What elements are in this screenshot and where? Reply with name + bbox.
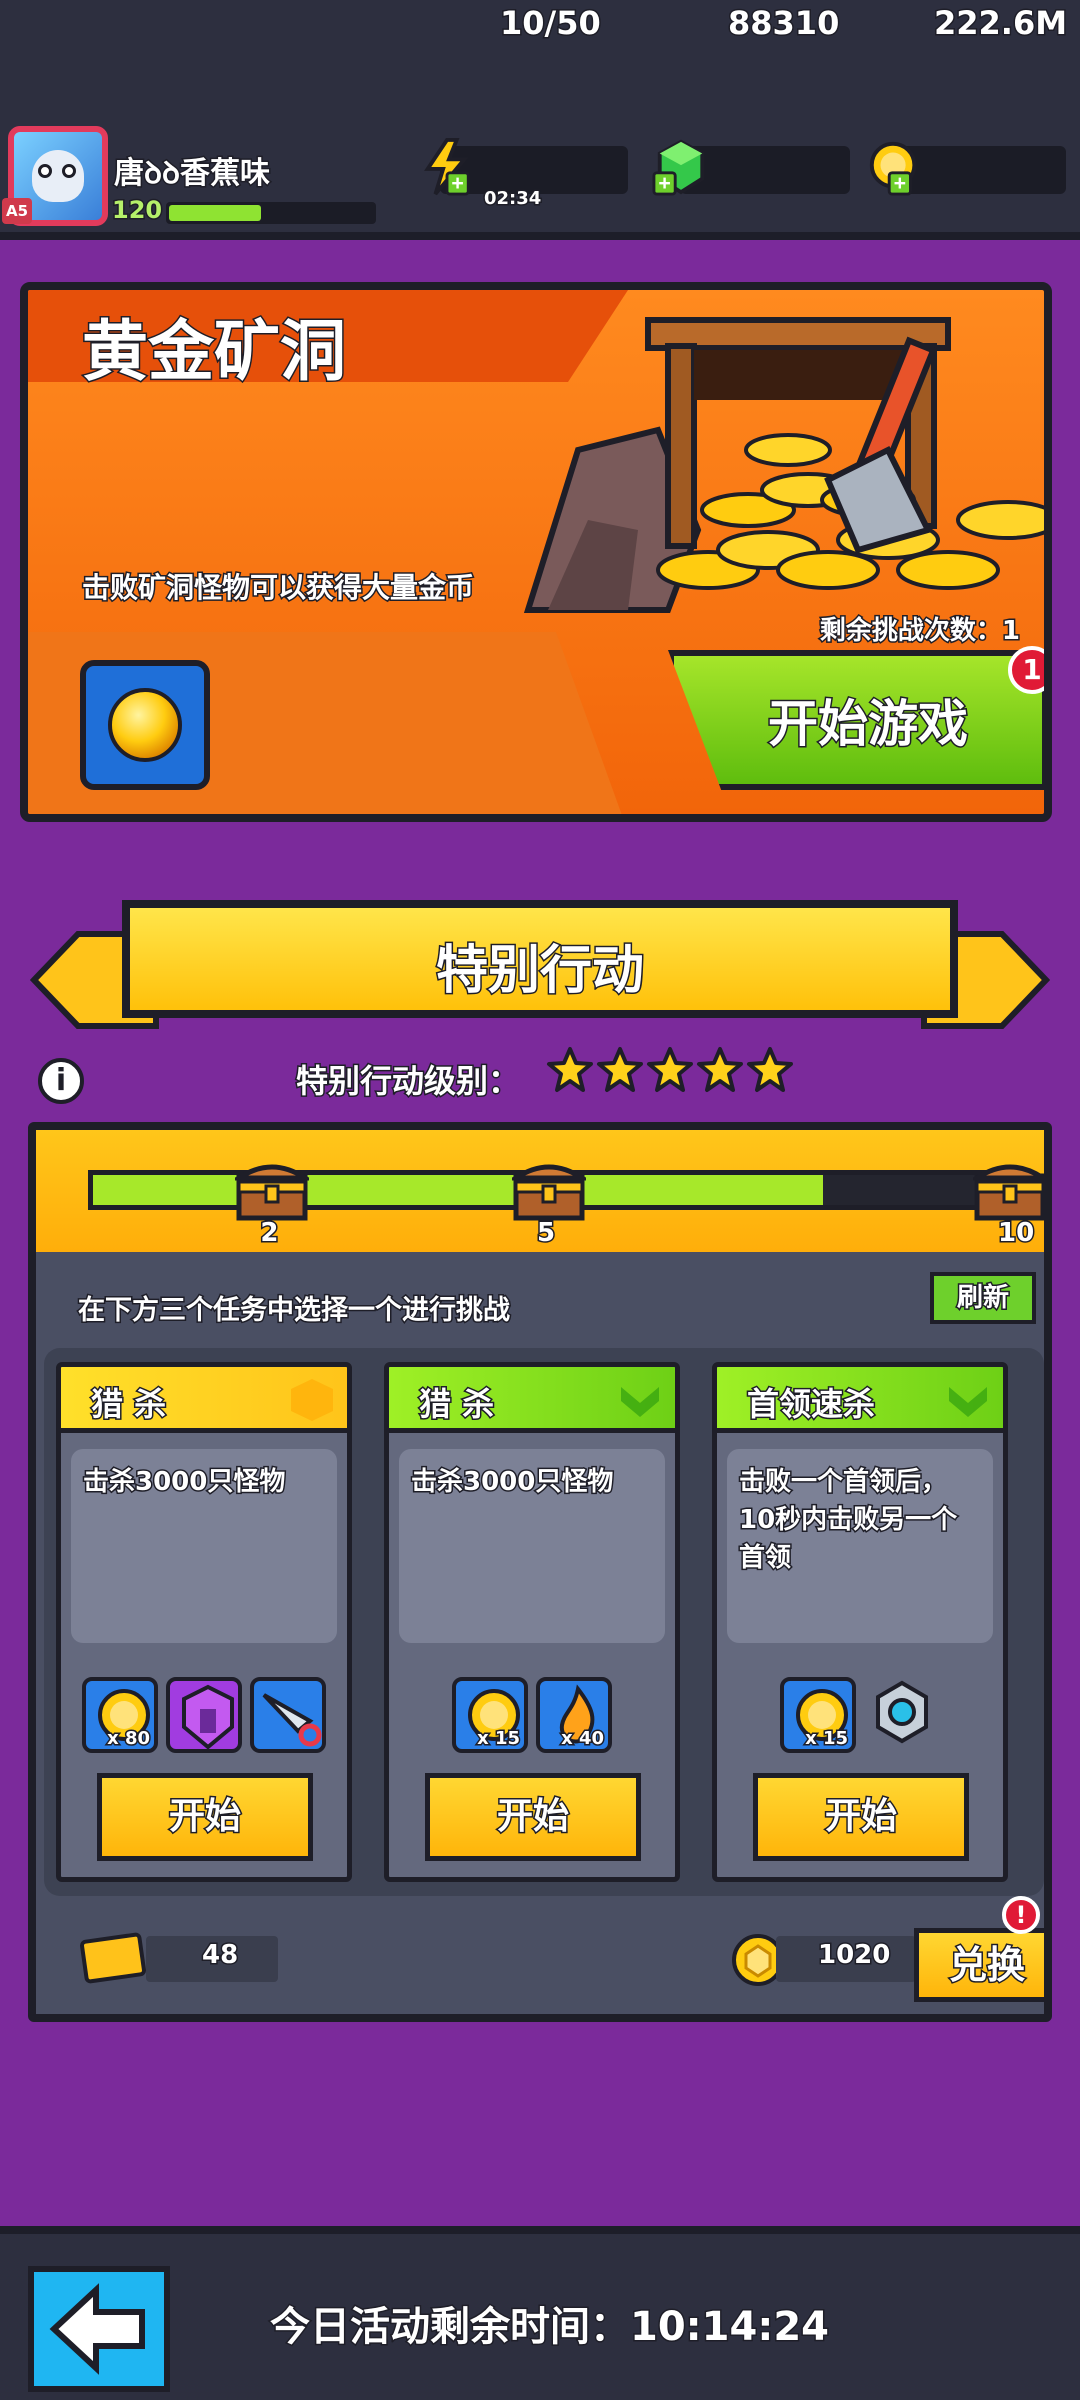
gold-coin-icon: + — [869, 141, 917, 196]
info-icon[interactable]: i — [38, 1058, 84, 1104]
mission-card: 猎 杀击杀3000只怪物 x 15 x 40 开始 — [384, 1362, 680, 1882]
bottom-bar: 今日活动剩余时间：10:14:24 — [0, 2226, 1080, 2400]
gold-mine-description: 击败矿洞怪物可以获得大量金币 — [80, 570, 475, 606]
back-arrow-icon — [49, 2283, 145, 2375]
reward-count: x 15 — [476, 1727, 522, 1750]
exchange-button[interactable]: 兑换 — [914, 1928, 1044, 2002]
mission-start-button[interactable]: 开始 — [753, 1773, 969, 1861]
gold-mine-remaining: 剩余挑战次数：1 — [818, 615, 1021, 648]
reward-slot[interactable] — [864, 1677, 940, 1753]
gold-value: 222.6M — [932, 3, 1068, 44]
mission-card-body: 击败一个首领后，10秒内击败另一个首领 — [727, 1449, 993, 1643]
mission-description: 击杀3000只怪物 — [410, 1466, 615, 1499]
chest-icon[interactable] — [973, 1156, 1047, 1222]
special-action-title: 特别行动 — [434, 940, 645, 1003]
energy-timer: 02:34 — [482, 187, 542, 211]
progress-area: 2 5 10 — [36, 1130, 1044, 1252]
shield-upgrade-icon — [182, 1684, 234, 1749]
mission-type: 首领速杀 — [745, 1384, 876, 1425]
chevron-rank-icon — [949, 1387, 987, 1417]
chest-icon[interactable] — [235, 1156, 310, 1222]
avatar-badge: A5 — [2, 198, 32, 224]
mission-card-body: 击杀3000只怪物 — [71, 1449, 337, 1643]
back-button[interactable] — [28, 2266, 170, 2392]
reward-slot[interactable]: x 40 — [536, 1677, 612, 1753]
chest-milestone-value: 5 — [535, 1217, 556, 1250]
progress-fill — [93, 1175, 823, 1205]
event-countdown: 今日活动剩余时间：10:14:24 — [269, 2303, 831, 2352]
mission-card: 猎 杀击杀3000只怪物 x 80 开始 — [56, 1362, 352, 1882]
gem-value: 88310 — [726, 3, 840, 44]
player-level: 120 — [110, 195, 163, 226]
chest-icon[interactable] — [512, 1156, 586, 1222]
xp-fill — [169, 205, 261, 221]
cube-rank-icon — [291, 1379, 333, 1421]
gold-mine-reward-slot[interactable] — [80, 660, 210, 790]
chevron-rank-icon — [621, 1387, 659, 1417]
lightning-icon: + — [424, 138, 470, 196]
svg-text:+: + — [451, 171, 463, 195]
reward-slot[interactable] — [250, 1677, 326, 1753]
mission-start-button[interactable]: 开始 — [425, 1773, 641, 1861]
token-count: 1020 — [816, 1939, 891, 1972]
avatar-eye — [38, 164, 52, 178]
mission-panel: 2 5 10 在下方三个任务中选择一个进行挑战 刷新 猎 杀击杀3000只怪物 x 8… — [28, 1122, 1052, 2022]
gold-mine-art — [523, 317, 1044, 613]
special-action-level-label: 特别行动级别： — [294, 1061, 521, 1102]
start-game-badge: 1 — [1008, 646, 1044, 694]
gear-part-icon — [876, 1680, 928, 1744]
mission-type: 猎 杀 — [417, 1384, 495, 1425]
mission-card: 首领速杀击败一个首领后，10秒内击败另一个首领 x 15 开始 — [712, 1362, 1008, 1882]
ticket-count: 48 — [200, 1939, 239, 1972]
player-name: 唐ꝺꝺ香蕉味 — [113, 155, 272, 193]
reward-slot[interactable]: x 80 — [82, 1677, 158, 1753]
mission-card-header: 猎 杀 — [389, 1367, 675, 1433]
mission-start-button[interactable]: 开始 — [97, 1773, 313, 1861]
star-icon — [647, 1047, 693, 1092]
star-icon — [547, 1047, 593, 1092]
special-action-title-box: 特别行动 — [122, 900, 958, 1018]
reward-count: x 15 — [804, 1727, 850, 1750]
chest-milestone-value: 10 — [996, 1217, 1035, 1250]
mission-description: 击杀3000只怪物 — [82, 1466, 287, 1499]
mission-type: 猎 杀 — [89, 1384, 167, 1425]
xp-bar — [166, 202, 376, 224]
svg-text:+: + — [658, 171, 670, 195]
gold-mine-title: 黄金矿洞 — [81, 312, 348, 392]
avatar-eye — [62, 164, 76, 178]
avatar-face — [32, 150, 84, 202]
mission-description: 击败一个首领后，10秒内击败另一个首领 — [738, 1466, 959, 1575]
mission-cards: 猎 杀击杀3000只怪物 x 80 开始 猎 杀击杀3000只怪物 x 15 x 40 开始… — [44, 1348, 1044, 1896]
top-bar: A5 唐ꝺꝺ香蕉味 120 + 10/50 02:34 + 88310 + 22… — [0, 0, 1080, 240]
gold-coin-icon — [108, 688, 182, 762]
star-icon — [597, 1047, 643, 1092]
exchange-alert-badge: ! — [1002, 1896, 1040, 1934]
special-action-banner: 特别行动 — [30, 900, 1050, 1040]
reward-slot[interactable]: x 15 — [452, 1677, 528, 1753]
kunai-weapon-icon — [262, 1693, 322, 1747]
refresh-button[interactable]: 刷新 — [930, 1272, 1036, 1324]
reward-slot[interactable]: x 15 — [780, 1677, 856, 1753]
svg-text:+: + — [894, 171, 906, 195]
star-icon — [697, 1047, 743, 1092]
mission-instruction: 在下方三个任务中选择一个进行挑战 — [77, 1294, 512, 1328]
ticket-icon — [79, 1931, 147, 1985]
star-icon — [747, 1047, 793, 1092]
gold-mine-panel: 黄金矿洞 击败矿洞怪物可以获得大量金币 剩余挑战次数：1 开始游戏 1 — [20, 282, 1052, 822]
mission-card-header: 首领速杀 — [717, 1367, 1003, 1433]
mission-card-header: 猎 杀 — [61, 1367, 347, 1433]
gem-icon: + — [652, 139, 705, 196]
mission-card-body: 击杀3000只怪物 — [399, 1449, 665, 1643]
chest-milestone-value: 2 — [259, 1217, 280, 1250]
start-game-label: 开始游戏 — [767, 694, 970, 755]
reward-count: x 80 — [106, 1727, 152, 1750]
reward-count: x 40 — [560, 1727, 606, 1750]
reward-slot[interactable] — [166, 1677, 242, 1753]
energy-value: 10/50 — [499, 3, 603, 44]
